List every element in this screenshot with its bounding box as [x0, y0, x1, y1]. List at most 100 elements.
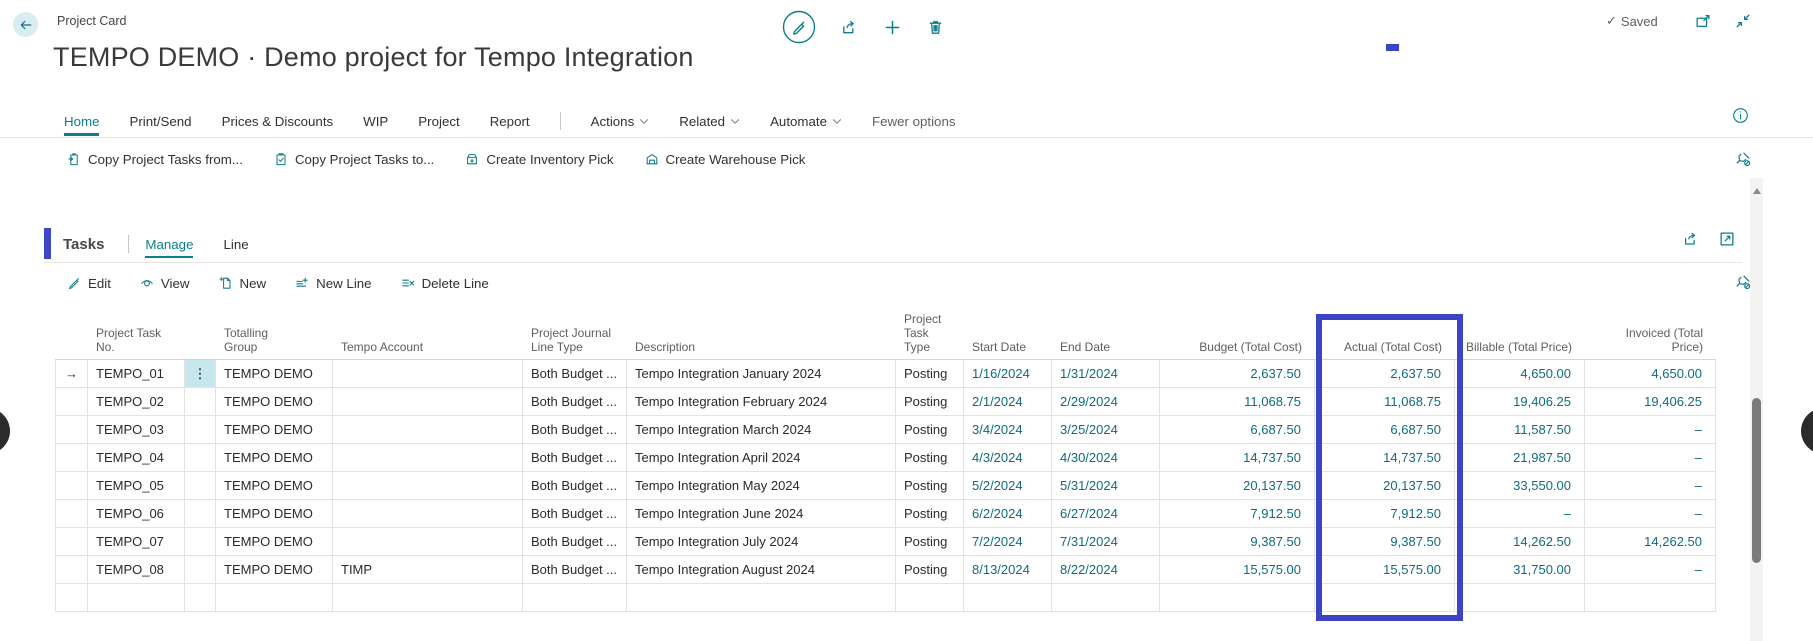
- cell-task_type[interactable]: Posting: [896, 528, 964, 556]
- new-button[interactable]: New: [218, 275, 267, 291]
- view-button[interactable]: View: [139, 275, 190, 291]
- tab-prices-discounts[interactable]: Prices & Discounts: [222, 114, 334, 129]
- cell-line_type[interactable]: Both Budget ...: [523, 528, 627, 556]
- cell-task_type[interactable]: Posting: [896, 472, 964, 500]
- cell-totalling_group[interactable]: TEMPO DEMO: [216, 388, 333, 416]
- cell-start_date[interactable]: 2/1/2024: [964, 388, 1052, 416]
- open-in-window-icon[interactable]: [1694, 12, 1712, 30]
- cell-menu[interactable]: [185, 500, 216, 528]
- cell-line_type[interactable]: Both Budget ...: [523, 416, 627, 444]
- cell-billable[interactable]: –: [1455, 500, 1585, 528]
- cell-billable[interactable]: 31,750.00: [1455, 556, 1585, 584]
- cell-task_no[interactable]: TEMPO_02: [88, 388, 185, 416]
- tab-project[interactable]: Project: [418, 114, 459, 129]
- cell-tempo_account[interactable]: [333, 444, 523, 472]
- cell-budget[interactable]: 20,137.50: [1160, 472, 1315, 500]
- share-icon[interactable]: [840, 18, 859, 37]
- column-header-end_date[interactable]: End Date: [1052, 340, 1160, 359]
- cell-task_type[interactable]: Posting: [896, 388, 964, 416]
- copy-tasks-from-button[interactable]: Copy Project Tasks from...: [66, 151, 243, 167]
- cell-line_type[interactable]: Both Budget ...: [523, 444, 627, 472]
- new-line-button[interactable]: New Line: [294, 275, 371, 291]
- cell-end_date[interactable]: 6/27/2024: [1052, 500, 1160, 528]
- edit-button[interactable]: Edit: [66, 275, 111, 291]
- cell-invoiced[interactable]: 19,406.25: [1585, 388, 1716, 416]
- cell-invoiced[interactable]: –: [1585, 556, 1716, 584]
- cell-tempo_account[interactable]: [333, 416, 523, 444]
- cell-menu[interactable]: [185, 388, 216, 416]
- cell-line_type[interactable]: Both Budget ...: [523, 388, 627, 416]
- cell-totalling_group[interactable]: TEMPO DEMO: [216, 556, 333, 584]
- delete-line-button[interactable]: Delete Line: [400, 275, 489, 291]
- cell-description[interactable]: Tempo Integration March 2024: [627, 416, 896, 444]
- expand-icon[interactable]: [1718, 230, 1736, 248]
- cell-end_date[interactable]: 1/31/2024: [1052, 360, 1160, 388]
- cell-invoiced[interactable]: –: [1585, 500, 1716, 528]
- tab-line[interactable]: Line: [223, 237, 248, 252]
- back-button[interactable]: [13, 12, 38, 37]
- menu-actions[interactable]: Actions: [591, 114, 650, 129]
- tab-wip[interactable]: WIP: [363, 114, 388, 129]
- cell-task_type[interactable]: Posting: [896, 416, 964, 444]
- cell-task_type[interactable]: Posting: [896, 444, 964, 472]
- cell-menu[interactable]: [185, 472, 216, 500]
- cell-invoiced[interactable]: –: [1585, 444, 1716, 472]
- cell-menu[interactable]: [185, 528, 216, 556]
- column-header-task_no[interactable]: Project Task No.: [88, 326, 185, 359]
- cell-menu[interactable]: ⋮: [185, 360, 216, 388]
- cell-totalling_group[interactable]: TEMPO DEMO: [216, 472, 333, 500]
- cell-actual[interactable]: 15,575.00: [1315, 556, 1455, 584]
- column-header-budget[interactable]: Budget (Total Cost): [1160, 340, 1315, 359]
- info-icon[interactable]: [1732, 107, 1749, 124]
- scrollbar-thumb[interactable]: [1752, 398, 1761, 563]
- edge-button-left[interactable]: [0, 408, 10, 454]
- add-icon[interactable]: [883, 18, 902, 37]
- cell-billable[interactable]: 19,406.25: [1455, 388, 1585, 416]
- cell-start_date[interactable]: 7/2/2024: [964, 528, 1052, 556]
- edge-button-right[interactable]: [1801, 408, 1813, 454]
- cell-end_date[interactable]: 7/31/2024: [1052, 528, 1160, 556]
- cell-menu[interactable]: [185, 444, 216, 472]
- column-header-tempo_account[interactable]: Tempo Account: [333, 340, 523, 359]
- cell-description[interactable]: Tempo Integration February 2024: [627, 388, 896, 416]
- cell-totalling_group[interactable]: TEMPO DEMO: [216, 528, 333, 556]
- cell-description[interactable]: Tempo Integration July 2024: [627, 528, 896, 556]
- cell-invoiced[interactable]: –: [1585, 472, 1716, 500]
- cell-description[interactable]: Tempo Integration May 2024: [627, 472, 896, 500]
- cell-tempo_account[interactable]: [333, 472, 523, 500]
- cell-budget[interactable]: 11,068.75: [1160, 388, 1315, 416]
- column-header-task_type[interactable]: Project Task Type: [896, 312, 964, 359]
- tab-manage[interactable]: Manage: [145, 237, 193, 252]
- cell-end_date[interactable]: 3/25/2024: [1052, 416, 1160, 444]
- menu-automate[interactable]: Automate: [770, 114, 842, 129]
- cell-task_no[interactable]: TEMPO_07: [88, 528, 185, 556]
- cell-tempo_account[interactable]: [333, 360, 523, 388]
- cell-actual[interactable]: 7,912.50: [1315, 500, 1455, 528]
- cell-end_date[interactable]: 8/22/2024: [1052, 556, 1160, 584]
- cell-totalling_group[interactable]: TEMPO DEMO: [216, 500, 333, 528]
- cell-tempo_account[interactable]: [333, 388, 523, 416]
- tab-report[interactable]: Report: [490, 114, 530, 129]
- share-icon[interactable]: [1682, 230, 1700, 248]
- cell-invoiced[interactable]: 4,650.00: [1585, 360, 1716, 388]
- delete-icon[interactable]: [926, 18, 945, 37]
- cell-task_type[interactable]: Posting: [896, 360, 964, 388]
- cell-billable[interactable]: 14,262.50: [1455, 528, 1585, 556]
- cell-task_no[interactable]: TEMPO_04: [88, 444, 185, 472]
- cell-tempo_account[interactable]: TIMP: [333, 556, 523, 584]
- column-header-line_type[interactable]: Project Journal Line Type: [523, 326, 627, 359]
- cell-description[interactable]: Tempo Integration January 2024: [627, 360, 896, 388]
- cell-line_type[interactable]: Both Budget ...: [523, 360, 627, 388]
- cell-totalling_group[interactable]: TEMPO DEMO: [216, 444, 333, 472]
- cell-invoiced[interactable]: –: [1585, 416, 1716, 444]
- cell-start_date[interactable]: 4/3/2024: [964, 444, 1052, 472]
- cell-actual[interactable]: 11,068.75: [1315, 388, 1455, 416]
- cell-start_date[interactable]: 8/13/2024: [964, 556, 1052, 584]
- cell-budget[interactable]: 2,637.50: [1160, 360, 1315, 388]
- cell-start_date[interactable]: 1/16/2024: [964, 360, 1052, 388]
- column-header-invoiced[interactable]: Invoiced (Total Price): [1585, 326, 1716, 359]
- copy-tasks-to-button[interactable]: Copy Project Tasks to...: [273, 151, 434, 167]
- cell-budget[interactable]: 7,912.50: [1160, 500, 1315, 528]
- cell-end_date[interactable]: 4/30/2024: [1052, 444, 1160, 472]
- cell-task_no[interactable]: TEMPO_08: [88, 556, 185, 584]
